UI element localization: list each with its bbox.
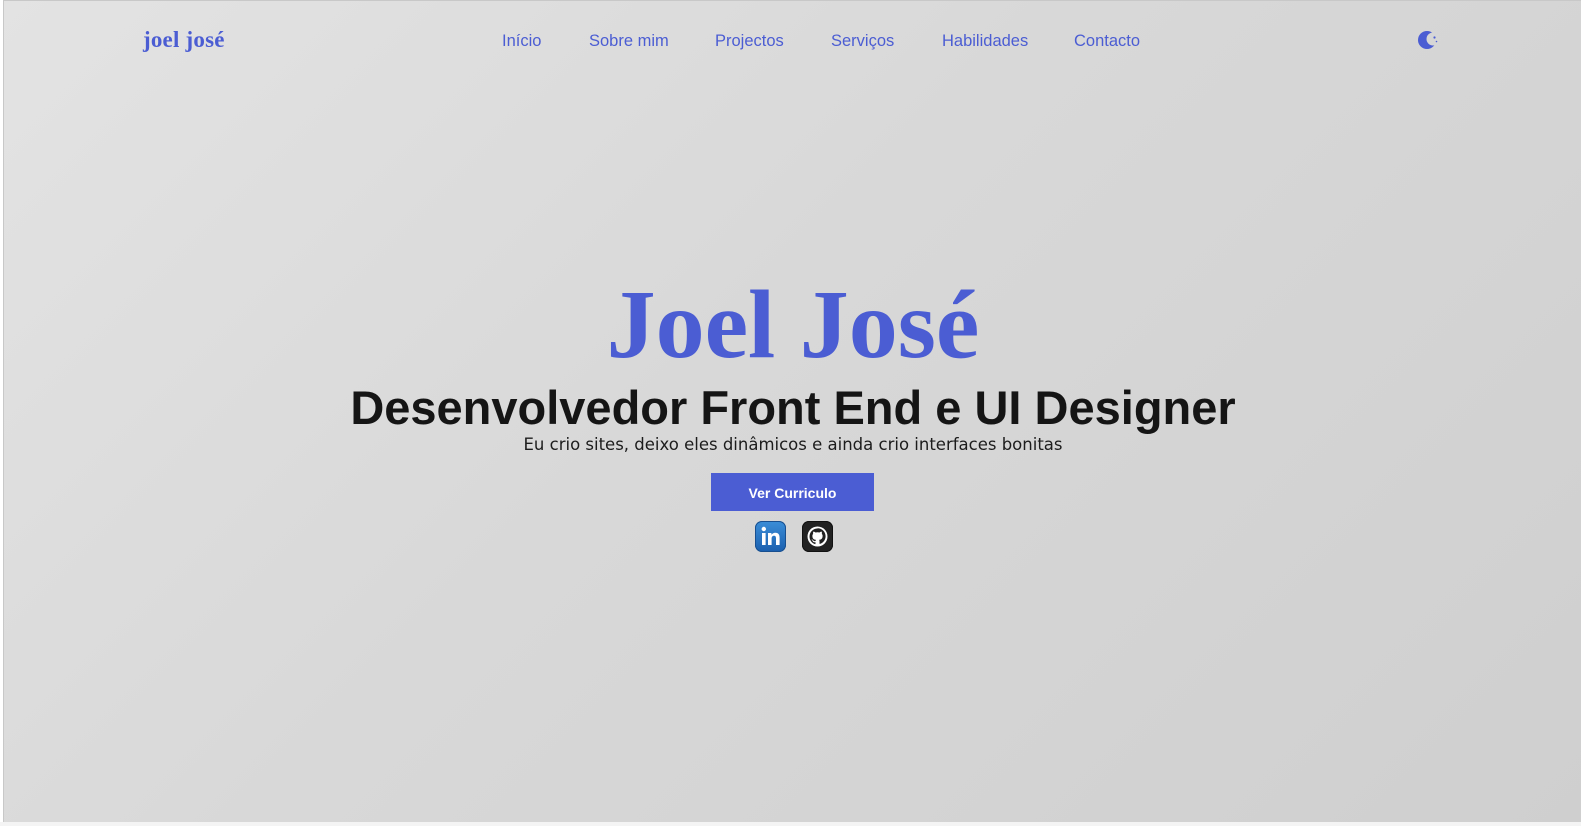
page-bottom-edge: [0, 822, 1581, 826]
linkedin-link[interactable]: [755, 521, 786, 552]
nav-link-contacto[interactable]: Contacto: [1074, 32, 1140, 51]
github-link[interactable]: [802, 521, 833, 552]
github-icon: [807, 526, 828, 547]
moon-icon: [1418, 31, 1440, 49]
theme-toggle-button[interactable]: [1417, 29, 1440, 51]
page-viewport: joel josé Início Sobre mim Projectos Ser…: [3, 0, 1581, 822]
nav-link-habilidades[interactable]: Habilidades: [942, 32, 1028, 51]
nav-link-projectos[interactable]: Projectos: [715, 32, 784, 51]
main-nav: Início Sobre mim Projectos Serviços Habi…: [4, 32, 1581, 52]
hero-tagline: Eu crio sites, deixo eles dinâmicos e ai…: [523, 435, 1063, 454]
nav-link-sobre-mim[interactable]: Sobre mim: [589, 32, 669, 51]
hero-name: Joel José: [606, 271, 980, 379]
nav-link-servicos[interactable]: Serviços: [831, 32, 894, 51]
linkedin-icon: [761, 526, 780, 545]
nav-link-inicio[interactable]: Início: [502, 32, 541, 51]
view-cv-button[interactable]: Ver Curriculo: [711, 473, 874, 511]
hero-role: Desenvolvedor Front End e UI Designer: [350, 381, 1236, 434]
